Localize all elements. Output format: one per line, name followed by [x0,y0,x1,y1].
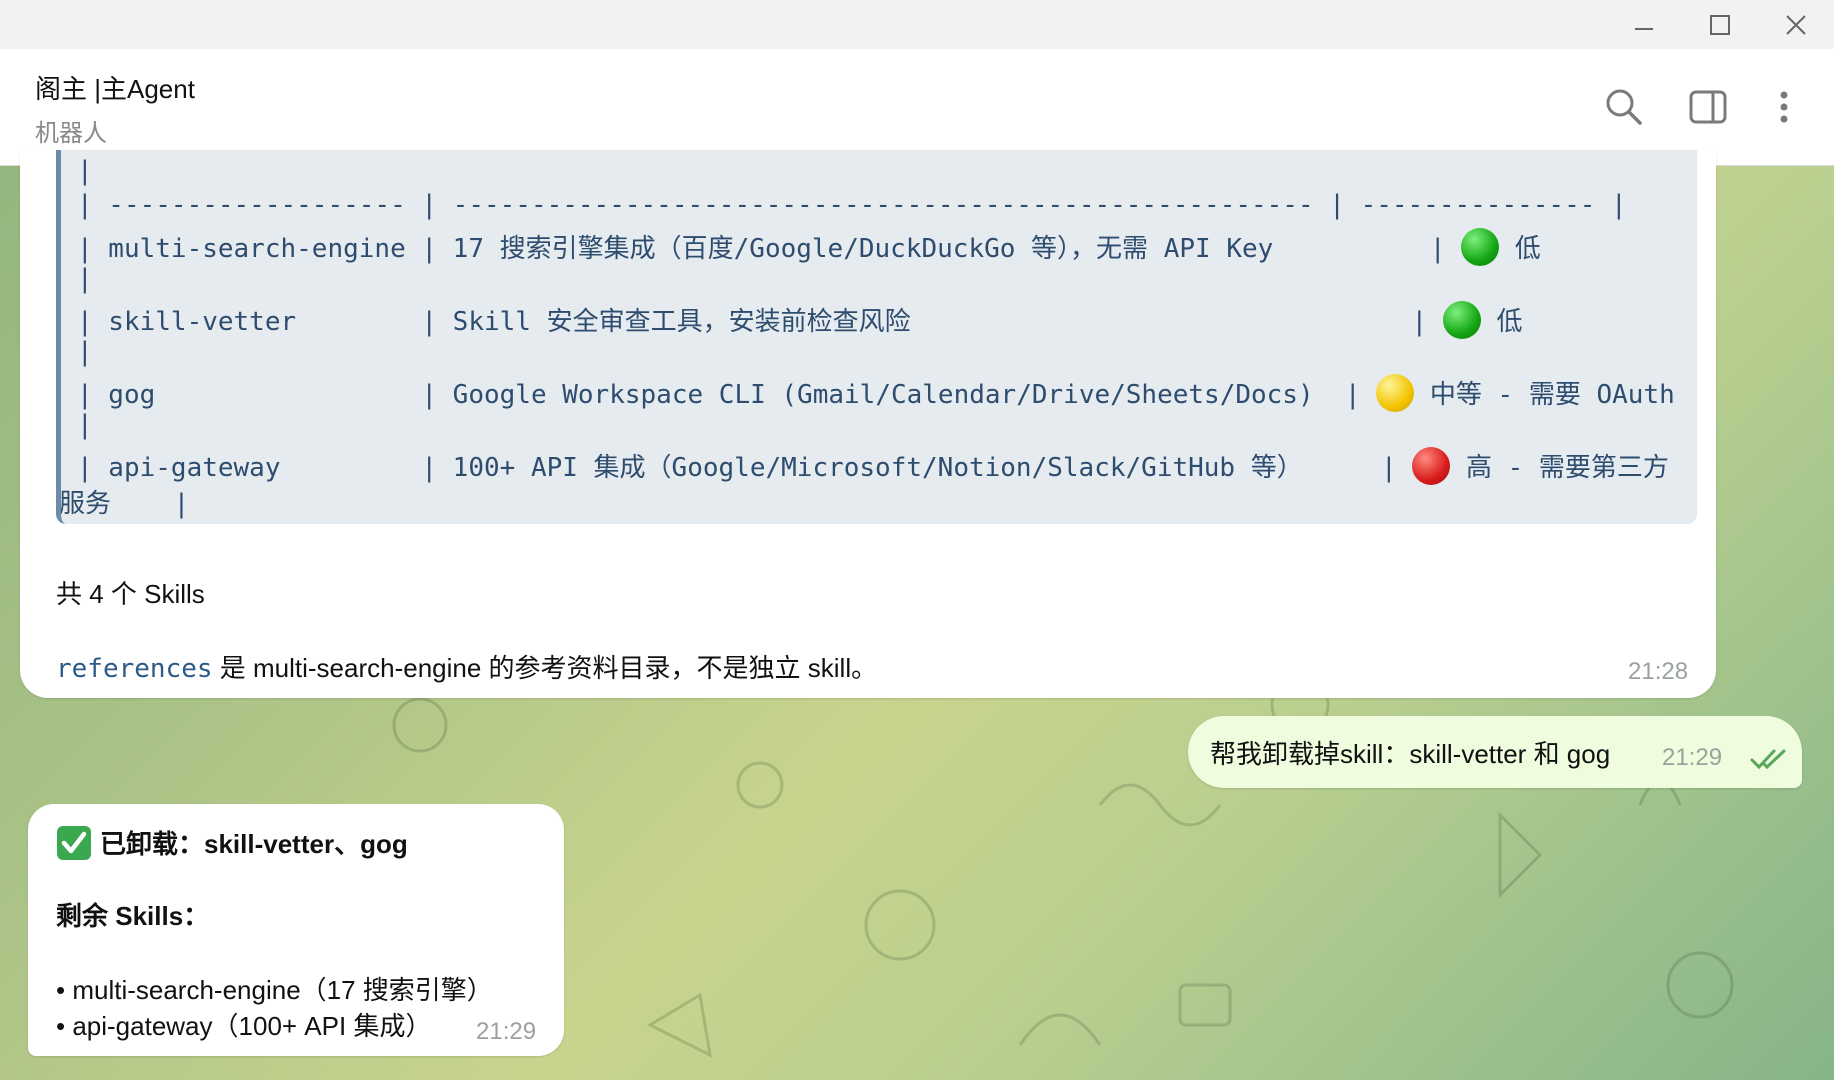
references-code: references [56,654,213,684]
table-pipe: | [77,156,93,186]
row-text: | skill-vetter | Skill 安全审查工具，安装前检查风险 | [77,307,1443,337]
more-vertical-icon [1780,91,1788,123]
row-text: | api-gateway | 100+ API 集成（Google/Micro… [77,453,1413,483]
risk-level: 低 [1514,234,1541,264]
chat-header: 阁主 |主Agent 机器人 [0,49,1834,166]
message-time: 21:29 [476,1018,537,1045]
table-row-continuation: | [77,264,93,294]
sidebar-toggle-icon [1689,90,1727,124]
table-row-continuation: | [77,337,93,367]
references-text: 是 multi-search-engine 的参考资料目录，不是独立 skill… [212,653,878,683]
maximize-button[interactable] [1682,0,1758,49]
search-icon [1606,89,1642,125]
table-row: | skill-vetter | Skill 安全审查工具，安装前检查风险 | … [77,300,1523,342]
remaining-skills-heading: 剩余 Skills： [56,901,210,931]
more-options-button[interactable] [1756,79,1812,135]
risk-level: 低 [1496,307,1523,337]
table-row: | api-gateway | 100+ API 集成（Google/Micro… [77,446,1669,488]
close-window-button[interactable] [1758,0,1834,49]
risk-level: 高 - 需要第三方 [1465,453,1669,483]
row-text: | multi-search-engine | 17 搜索引擎集成（百度/Goo… [77,234,1462,264]
double-check-icon [1750,749,1786,770]
incoming-message-reply[interactable]: 已卸载：skill-vetter、gog 剩余 Skills： • multi-… [28,804,564,1056]
risk-level: 中等 - 需要 OAuth [1429,380,1675,410]
window-title-bar [0,0,1834,49]
red-circle-icon [1412,446,1451,485]
skills-total: 共 4 个 Skills [56,579,205,609]
sidebar-toggle-button[interactable] [1680,79,1736,135]
green-circle-icon [1461,227,1500,266]
table-row-continuation: 服务 | [59,489,190,519]
yellow-circle-icon [1376,373,1415,412]
maximize-icon [1710,14,1730,35]
check-box-icon [57,825,91,860]
table-row: | gog | Google Workspace CLI (Gmail/Cale… [77,373,1675,415]
references-note: references 是 multi-search-engine 的参考资料目录… [56,648,877,685]
incoming-message-skills-table[interactable]: | | ------------------- | --------------… [20,150,1716,698]
message-time: 21:29 [1662,744,1723,771]
table-row-continuation: | [77,410,93,440]
chat-subtitle: 机器人 [35,120,107,147]
uninstall-confirmation: 已卸载：skill-vetter、gog [56,824,408,861]
table-row: | multi-search-engine | 17 搜索引擎集成（百度/Goo… [77,227,1541,269]
minimize-button[interactable] [1606,0,1682,49]
chat-title[interactable]: 阁主 |主Agent [35,69,195,106]
minimize-icon [1635,27,1653,30]
green-circle-icon [1442,300,1481,339]
row-text: | gog | Google Workspace CLI (Gmail/Cale… [77,380,1377,410]
message-time: 21:28 [1628,658,1689,685]
outgoing-message[interactable]: 帮我卸载掉skill：skill-vetter 和 gog 21:29 [1188,716,1802,788]
outgoing-text: 帮我卸载掉skill：skill-vetter 和 gog [1210,739,1611,769]
list-item: • multi-search-engine（17 搜索引擎） [56,975,493,1005]
list-item: • api-gateway（100+ API 集成） [56,1011,432,1041]
close-icon [1786,14,1806,35]
search-button[interactable] [1596,79,1652,135]
table-separator: | ------------------- | ----------------… [77,190,1627,220]
code-block: | | ------------------- | --------------… [56,150,1697,524]
uninstalled-text: 已卸载：skill-vetter、gog [100,829,408,859]
